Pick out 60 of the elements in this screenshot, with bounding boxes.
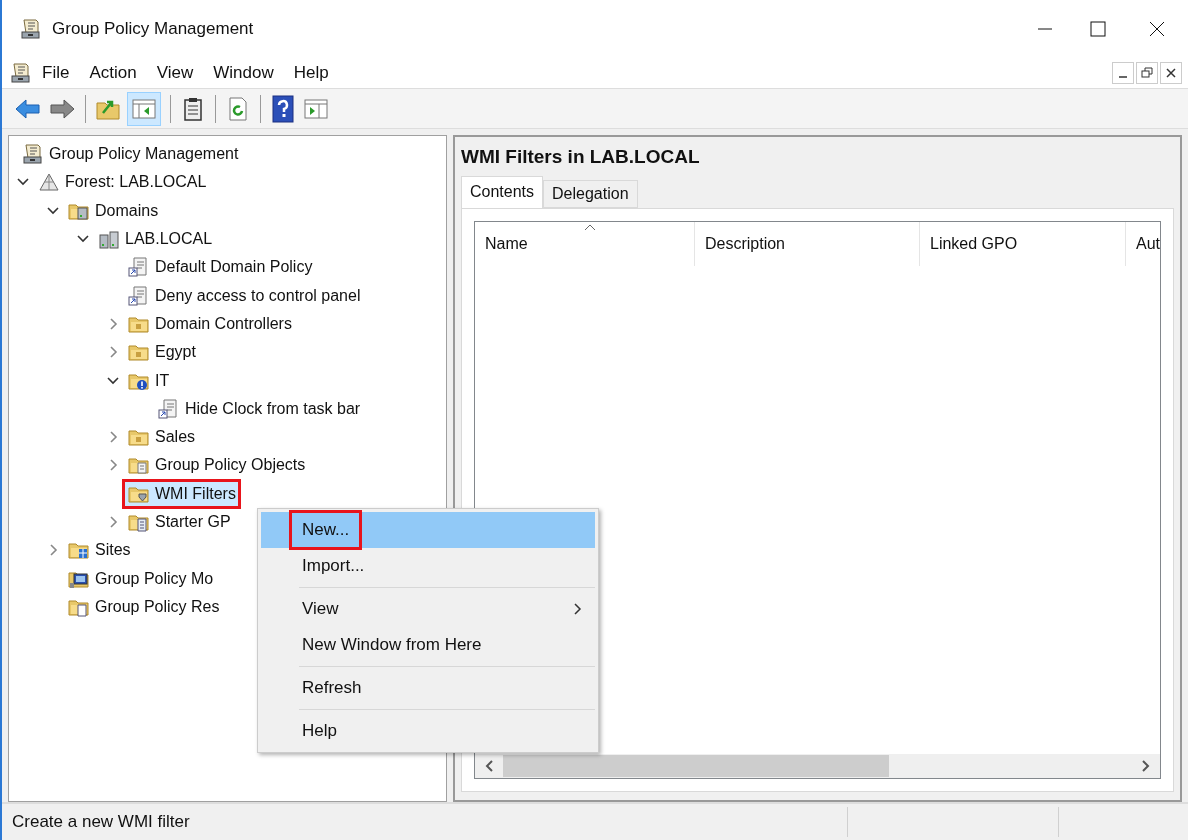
menu-option[interactable]: Refresh — [261, 670, 595, 706]
tree-item[interactable]: Group Policy Objects — [124, 452, 309, 479]
column-header[interactable]: Linked GPO — [920, 221, 1126, 266]
forward-arrow-icon[interactable] — [48, 96, 76, 121]
tree-item[interactable]: Forest: LAB.LOCAL — [34, 169, 210, 196]
tree-item[interactable]: WMI Filters — [124, 480, 239, 507]
folder-icon — [128, 342, 150, 363]
app-icon — [20, 17, 42, 40]
tree-item[interactable]: Egypt — [124, 339, 199, 366]
console-icon — [10, 61, 32, 84]
document-icon — [128, 257, 150, 278]
menu-option[interactable]: Import... — [261, 548, 595, 584]
tree-item[interactable]: Deny access to control panel — [124, 282, 364, 309]
scrollbar-thumb[interactable] — [503, 755, 889, 777]
tree-item[interactable]: IT — [124, 367, 173, 394]
menu-item[interactable]: File — [32, 59, 80, 86]
menu-option[interactable]: New Window from Here — [261, 627, 595, 663]
folder-icon — [128, 512, 150, 532]
tree-item[interactable]: Domain Controllers — [124, 310, 295, 337]
menu-option[interactable]: View — [261, 591, 595, 627]
tree-item[interactable]: Sites — [64, 537, 134, 564]
folder-icon — [128, 455, 150, 476]
tree-item[interactable]: Hide Clock from task bar — [154, 395, 364, 422]
restore-icon[interactable] — [1136, 61, 1158, 84]
menu-item[interactable]: Help — [283, 59, 339, 86]
tree-item[interactable]: Domains — [64, 197, 162, 224]
tree-item[interactable]: Starter GP — [124, 509, 234, 535]
column-header[interactable]: Aut — [1126, 221, 1160, 266]
column-header[interactable]: Description — [695, 221, 920, 266]
horizontal-scrollbar[interactable] — [475, 754, 1160, 778]
console-icon — [22, 143, 44, 166]
menu-item[interactable]: Window — [203, 59, 284, 86]
triangle-icon — [38, 172, 60, 193]
tab[interactable]: Delegation — [543, 179, 638, 208]
tree-item[interactable]: Sales — [124, 424, 199, 451]
document-icon — [128, 285, 150, 306]
panel-icon[interactable] — [127, 91, 161, 126]
close-icon[interactable] — [1160, 61, 1182, 84]
sort-caret-icon — [584, 222, 597, 231]
tree-item[interactable]: Group Policy Mo — [64, 565, 217, 592]
menu-item[interactable]: Action — [79, 59, 147, 86]
document-icon — [158, 398, 180, 419]
column-header[interactable]: Name — [475, 221, 695, 266]
folder-icon — [128, 427, 150, 448]
back-arrow-icon[interactable] — [14, 96, 42, 121]
tab[interactable]: Contents — [461, 175, 544, 208]
tree-item[interactable]: Default Domain Policy — [124, 254, 316, 281]
window-title: Group Policy Management — [52, 17, 254, 40]
tree-item[interactable]: LAB.LOCAL — [94, 226, 216, 253]
minimize-icon[interactable] — [1112, 61, 1134, 84]
pane-title: WMI Filters in LAB.LOCAL — [461, 145, 701, 169]
tree-item[interactable]: Group Policy Res — [64, 593, 223, 620]
server-icon — [98, 229, 120, 250]
status-text: Create a new WMI filter — [11, 811, 191, 834]
help-icon[interactable] — [270, 94, 296, 123]
tree-item[interactable]: Group Policy Management — [18, 141, 242, 168]
menu-option[interactable]: New... — [261, 512, 595, 548]
menu-item[interactable]: View — [146, 59, 204, 86]
folder-icon — [68, 540, 90, 561]
menu-option[interactable]: Help — [261, 713, 595, 749]
